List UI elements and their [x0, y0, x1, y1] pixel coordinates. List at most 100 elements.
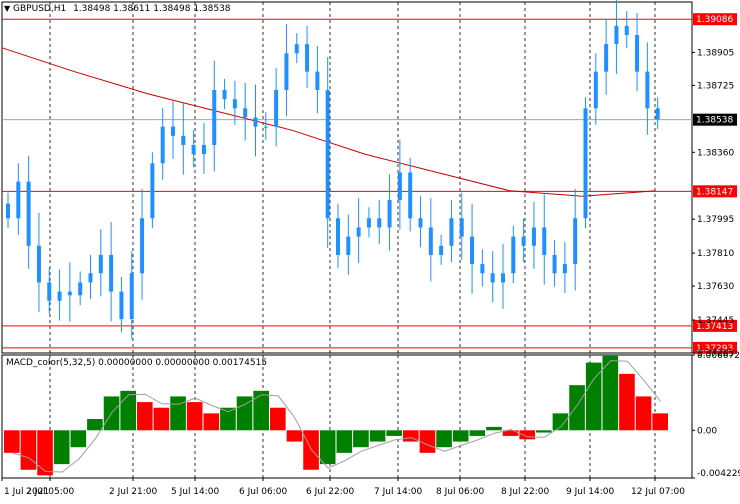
candle-body: [480, 264, 485, 274]
candle-body: [408, 172, 413, 219]
macd-bar: [619, 373, 635, 431]
candle-body: [212, 89, 217, 145]
time-label: 6 Jul 22:00: [306, 487, 355, 497]
price-tick-label: 1.38725: [697, 81, 734, 91]
price-tag-label: 1.38147: [696, 187, 733, 197]
macd-bar: [436, 430, 452, 448]
candle-body: [346, 236, 351, 255]
candle-body: [377, 218, 382, 228]
macd-bar: [87, 419, 103, 431]
candle-body: [67, 291, 72, 296]
macd-bar: [203, 413, 220, 431]
candle-body: [645, 71, 650, 109]
candle-body: [501, 273, 505, 283]
macd-bar: [452, 430, 469, 442]
macd-bar: [270, 407, 286, 431]
candle-body: [305, 44, 310, 72]
candle-body: [418, 218, 423, 228]
candle-body: [521, 236, 526, 246]
candle-body: [531, 227, 536, 246]
candle-body: [490, 273, 495, 283]
chart-header: ▼ GBPUSD,H1 1.38498 1.38611 1.38498 1.38…: [4, 4, 231, 14]
candle-body: [129, 273, 134, 320]
candle-body: [88, 273, 93, 283]
macd-bar: [137, 402, 153, 431]
candle-body: [542, 227, 547, 255]
macd-tick-label: -0.004229: [697, 469, 740, 479]
candle-body: [604, 44, 609, 72]
macd-bar: [536, 430, 552, 433]
time-label: 9 Jul 14:00: [566, 487, 615, 497]
candle-body: [181, 135, 186, 145]
macd-axis: 0.0066724 0.00 -0.004229: [692, 351, 740, 479]
macd-bar: [253, 390, 269, 431]
macd-bar: [286, 430, 303, 442]
candle-body: [191, 144, 196, 155]
candle-body: [98, 254, 103, 274]
candle-body: [140, 218, 145, 274]
candle-body: [315, 71, 320, 90]
macd-bar: [319, 430, 336, 465]
candle-body: [78, 282, 83, 296]
dropdown-icon[interactable]: ▼: [4, 4, 10, 13]
time-label: 5 Jul 14:00: [171, 487, 220, 497]
price-tag-label: 1.39086: [696, 15, 733, 25]
macd-bar: [120, 390, 136, 431]
macd-bar: [369, 430, 386, 442]
candle-body: [593, 71, 598, 109]
candle-body: [274, 89, 279, 127]
macd-bar: [652, 413, 668, 431]
candle-body: [201, 144, 206, 155]
candle-body: [459, 218, 464, 237]
candle-body: [562, 264, 567, 274]
time-label: 2 Jul 05:00: [26, 487, 75, 497]
candle-body: [428, 227, 433, 255]
macd-bar: [353, 430, 369, 448]
candle-body: [171, 126, 175, 136]
macd-bar: [37, 430, 53, 476]
candle-body: [243, 108, 248, 118]
price-tick-label: 1.37630: [697, 282, 734, 292]
candle-body: [232, 99, 237, 109]
macd-bar: [552, 413, 569, 431]
candle-body: [47, 282, 52, 301]
candle-body: [624, 25, 629, 35]
chart-canvas[interactable]: 1.390861.385381.381471.374131.372931.389…: [0, 0, 740, 500]
candle-body: [470, 236, 475, 265]
macd-tick-label: 0.0066724: [697, 351, 740, 361]
macd-bar: [53, 430, 70, 465]
time-axis: 1 Jul 20212 Jul 05:00 2 Jul 21:00 5 Jul 14…: [1, 478, 685, 497]
candle-body: [119, 291, 124, 320]
time-label: 2 Jul 21:00: [109, 487, 158, 497]
candle-body: [439, 245, 444, 255]
candle-body: [573, 218, 578, 265]
ohlc-values: 1.38498 1.38611 1.38498 1.38538: [73, 4, 231, 14]
candle-body: [150, 163, 155, 219]
candle-body: [366, 218, 371, 228]
candle-body: [397, 172, 402, 200]
price-axis: 1.390861.385381.381471.374131.372931.389…: [692, 13, 737, 359]
price-tick-label: 1.37445: [697, 316, 734, 326]
candle-body: [336, 218, 340, 255]
candle-body: [57, 291, 62, 301]
macd-tick-label: 0.00: [697, 426, 717, 436]
candle-body: [552, 254, 557, 274]
macd-bar: [419, 430, 436, 453]
candle-body: [449, 218, 454, 246]
candle-body: [263, 126, 268, 128]
time-label: 8 Jul 06:00: [436, 487, 485, 497]
candle-body: [222, 89, 227, 100]
candle-body: [16, 181, 21, 219]
price-pane[interactable]: [1, 1, 693, 354]
macd-bar: [569, 385, 585, 431]
candle-body: [36, 245, 41, 283]
candle-body: [635, 34, 640, 72]
candle-body: [253, 117, 258, 127]
candle-body: [6, 203, 10, 219]
candle-body: [655, 108, 660, 120]
macd-bar: [20, 430, 37, 470]
candle-body: [511, 236, 516, 274]
candle-body: [583, 108, 588, 219]
price-tick-label: 1.38360: [697, 148, 734, 158]
macd-bar: [486, 426, 502, 431]
